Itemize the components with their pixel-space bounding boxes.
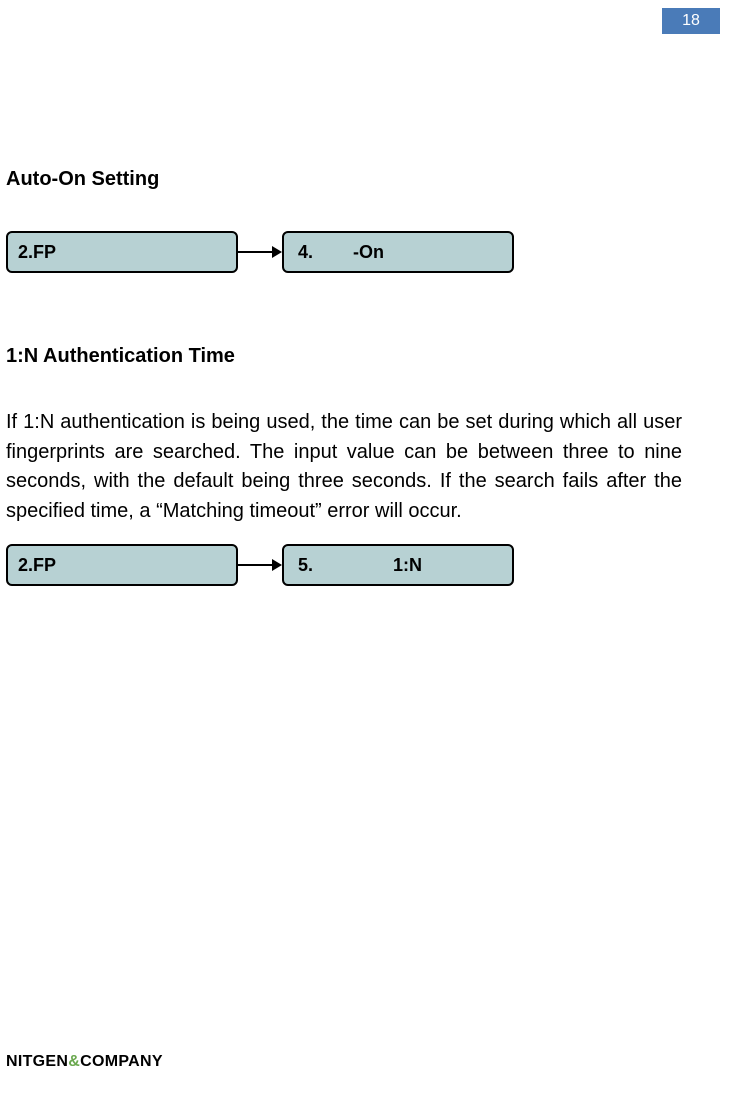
flow-box-label-group: 4. -On [294, 242, 502, 263]
arrow-icon [238, 231, 282, 273]
brand-text-left: NITGEN [6, 1053, 68, 1070]
page-number-badge: 18 [662, 8, 720, 34]
flow-row-1n-auth: 2.FP 5. 1:N [6, 544, 682, 586]
flow-box-label-group: 5. 1:N [294, 555, 502, 576]
flow-box-target-1: 4. -On [282, 231, 514, 273]
flow-box-source-2: 2.FP [6, 544, 238, 586]
flow-row-auto-on: 2.FP 4. -On [6, 231, 682, 273]
flow-box-target-2: 5. 1:N [282, 544, 514, 586]
flow-box-number: 5. [298, 555, 313, 576]
flow-box-text: -On [353, 242, 384, 263]
flow-box-number: 4. [298, 242, 313, 263]
flow-box-label: 2.FP [18, 242, 56, 263]
footer-brand: NITGEN&COMPANY [6, 1053, 163, 1071]
paragraph-1n-auth: If 1:N authentication is being used, the… [6, 408, 682, 526]
arrow-icon [238, 544, 282, 586]
flow-box-label: 2.FP [18, 555, 56, 576]
page-number: 18 [682, 12, 700, 30]
section-heading-auto-on: Auto-On Setting [6, 168, 682, 191]
brand-text-right: COMPANY [80, 1053, 163, 1070]
brand-ampersand: & [68, 1053, 80, 1070]
section-heading-1n-auth: 1:N Authentication Time [6, 345, 682, 368]
page-content: Auto-On Setting 2.FP 4. -On 1:N Authenti… [6, 168, 682, 640]
flow-box-text: 1:N [393, 555, 422, 576]
flow-box-source-1: 2.FP [6, 231, 238, 273]
